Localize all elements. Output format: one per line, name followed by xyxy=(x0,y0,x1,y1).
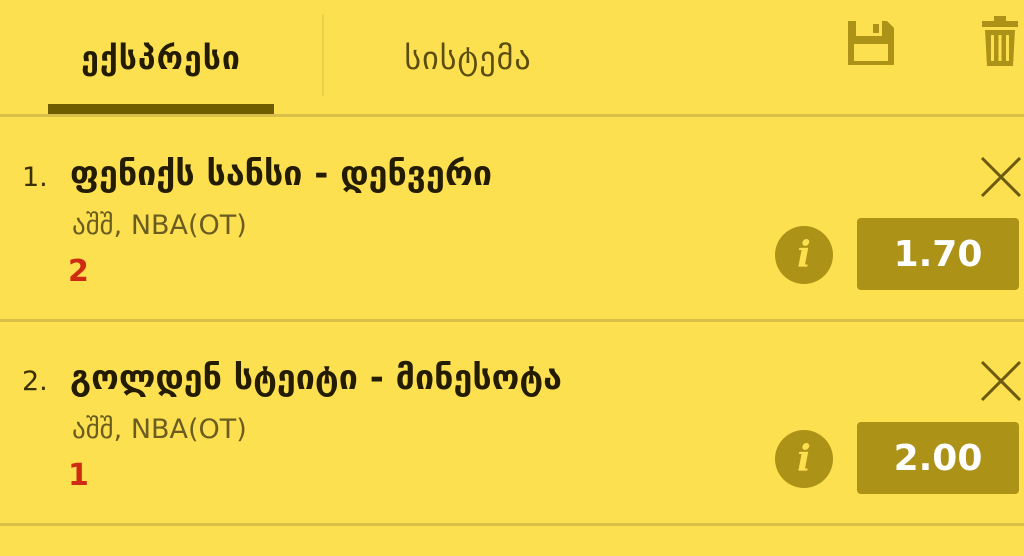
tab-divider xyxy=(322,14,324,96)
bet-item: 1. ფენიქს სანსი - დენვერი აშშ, NBA(OT) 2… xyxy=(0,118,1024,322)
tab-system[interactable]: სისტემა xyxy=(330,0,606,116)
tab-express[interactable]: ექსპრესი xyxy=(48,0,274,116)
bet-slip-header: ექსპრესი სისტემა xyxy=(0,0,1024,117)
odds-value[interactable]: 1.70 xyxy=(857,218,1019,290)
info-icon[interactable]: i xyxy=(775,226,833,284)
bet-divider xyxy=(0,523,1024,526)
bet-pick: 1 xyxy=(68,458,89,493)
header-divider xyxy=(0,114,1024,117)
close-icon[interactable] xyxy=(978,154,1024,200)
bet-league: აშშ, NBA(OT) xyxy=(72,414,247,445)
trash-icon[interactable] xyxy=(980,14,1020,68)
bet-number: 2. xyxy=(22,366,48,397)
bet-event-title: ფენიქს სანსი - დენვერი xyxy=(70,154,492,194)
bet-number: 1. xyxy=(22,162,48,193)
bet-pick: 2 xyxy=(68,254,89,289)
bet-league: აშშ, NBA(OT) xyxy=(72,210,247,241)
save-icon[interactable] xyxy=(845,18,897,68)
bet-item: 2. გოლდენ სტეიტი - მინესოტა აშშ, NBA(OT)… xyxy=(0,322,1024,526)
odds-value[interactable]: 2.00 xyxy=(857,422,1019,494)
close-icon[interactable] xyxy=(978,358,1024,404)
info-icon[interactable]: i xyxy=(775,430,833,488)
bet-event-title: გოლდენ სტეიტი - მინესოტა xyxy=(70,358,562,398)
